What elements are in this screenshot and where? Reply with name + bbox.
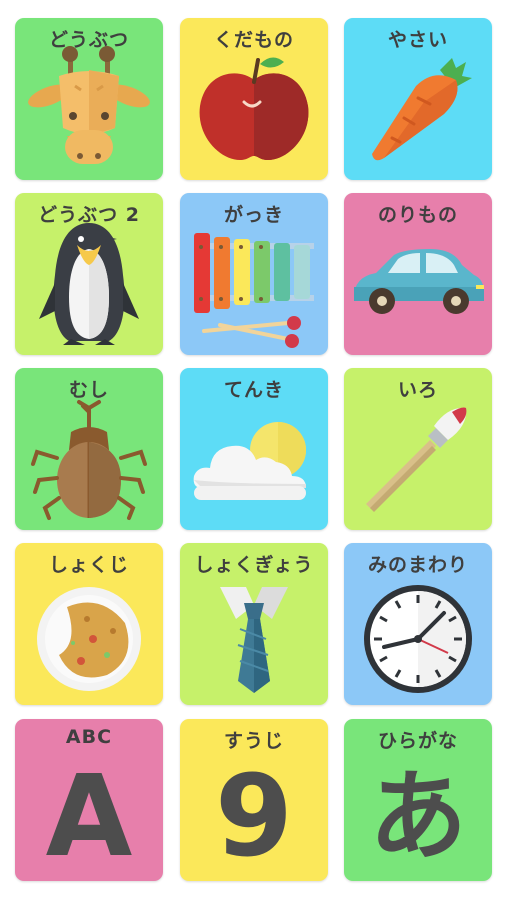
category-label: すうじ <box>223 730 284 752</box>
category-card-fruits[interactable]: くだもの <box>180 18 328 180</box>
category-card-hiragana[interactable]: あ ひらがな <box>344 719 492 881</box>
category-card-surroundings[interactable]: みのまわり <box>344 543 492 705</box>
category-label: みのまわり <box>367 554 468 576</box>
category-label: どうぶつ 2 <box>38 204 140 226</box>
category-card-numbers[interactable]: 9 すうじ <box>180 719 328 881</box>
category-label: どうぶつ <box>48 29 129 51</box>
category-label: のりもの <box>377 204 458 226</box>
category-label: ひらがな <box>377 730 458 752</box>
category-card-vegetables[interactable]: やさい <box>344 18 492 180</box>
category-label: てんき <box>223 379 284 401</box>
category-label: くだもの <box>213 29 294 51</box>
category-label: しょくじ <box>48 554 129 576</box>
letter-a-icon: A <box>45 752 133 881</box>
number-9-icon: 9 <box>215 752 293 881</box>
category-card-meals[interactable]: しょくじ <box>15 543 163 705</box>
category-card-animals[interactable]: どうぶつ <box>15 18 163 180</box>
category-card-colors[interactable]: いろ <box>344 368 492 530</box>
category-card-vehicles[interactable]: のりもの <box>344 193 492 355</box>
category-card-occupations[interactable]: しょくぎょう <box>180 543 328 705</box>
category-card-instruments[interactable]: がっき <box>180 193 328 355</box>
category-card-insects[interactable]: むし <box>15 368 163 530</box>
category-grid: どうぶつ くだもの やさい どうぶつ 2 がっき のりもの むし てんき いろ … <box>0 0 507 900</box>
category-card-abc[interactable]: A ABC <box>15 719 163 881</box>
category-card-animals-2[interactable]: どうぶつ 2 <box>15 193 163 355</box>
category-label: いろ <box>397 379 438 401</box>
category-card-weather[interactable]: てんき <box>180 368 328 530</box>
category-label: がっき <box>223 204 284 226</box>
category-label: むし <box>68 379 109 401</box>
category-label: しょくぎょう <box>194 554 314 576</box>
hiragana-a-icon: あ <box>368 760 467 874</box>
category-label: ABC <box>65 726 113 748</box>
category-label: やさい <box>387 29 448 51</box>
